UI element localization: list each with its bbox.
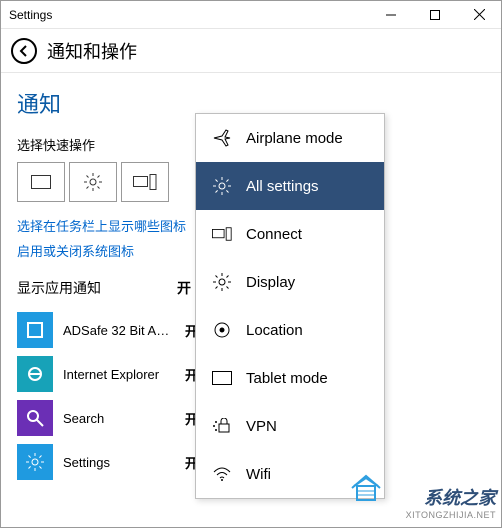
tablet-icon [212, 368, 232, 388]
menu-item-label: All settings [246, 178, 319, 195]
back-button[interactable] [11, 38, 37, 64]
location-icon [212, 320, 232, 340]
menu-item-brightness[interactable]: Display [196, 258, 384, 306]
menu-item-vpn[interactable]: VPN [196, 402, 384, 450]
menu-item-label: Connect [246, 226, 302, 243]
airplane-icon [212, 128, 232, 148]
app-label: Internet Explorer [63, 367, 175, 382]
titlebar: Settings [1, 1, 501, 29]
minimize-button[interactable] [369, 1, 413, 29]
brightness-icon [212, 272, 232, 292]
page-header: 通知和操作 [1, 29, 501, 73]
quick-action-brightness[interactable] [69, 162, 117, 202]
quick-action-tablet[interactable] [17, 162, 65, 202]
menu-item-location[interactable]: Location [196, 306, 384, 354]
window-title: Settings [9, 8, 369, 22]
brightness-icon [83, 172, 103, 192]
app-icon [17, 312, 53, 348]
app-icon [17, 444, 53, 480]
apps-header-label: 显示应用通知 [17, 278, 177, 298]
quick-action-connect[interactable] [121, 162, 169, 202]
app-label: Search [63, 411, 175, 426]
tablet-icon [31, 175, 51, 189]
app-label: Settings [63, 455, 175, 470]
gear-icon [212, 176, 232, 196]
app-icon [17, 400, 53, 436]
menu-item-connect[interactable]: Connect [196, 210, 384, 258]
menu-item-wifi[interactable]: Wifi [196, 450, 384, 498]
maximize-button[interactable] [413, 1, 457, 29]
close-button[interactable] [457, 1, 501, 29]
menu-item-label: Wifi [246, 466, 271, 483]
connect-icon [212, 224, 232, 244]
vpn-icon [212, 416, 232, 436]
page-title: 通知和操作 [47, 38, 137, 64]
app-icon [17, 356, 53, 392]
connect-icon [133, 174, 157, 190]
menu-item-label: VPN [246, 418, 277, 435]
apps-header-state: 开 [177, 278, 191, 298]
quick-action-menu: Airplane mode All settings Connect Display L… [195, 113, 385, 499]
menu-item-gear[interactable]: All settings [196, 162, 384, 210]
menu-item-tablet[interactable]: Tablet mode [196, 354, 384, 402]
app-label: ADSafe 32 Bit App… [63, 323, 175, 338]
wifi-icon [212, 464, 232, 484]
menu-item-label: Tablet mode [246, 370, 328, 387]
menu-item-airplane[interactable]: Airplane mode [196, 114, 384, 162]
menu-item-label: Airplane mode [246, 130, 343, 147]
menu-item-label: Display [246, 274, 295, 291]
menu-item-label: Location [246, 322, 303, 339]
